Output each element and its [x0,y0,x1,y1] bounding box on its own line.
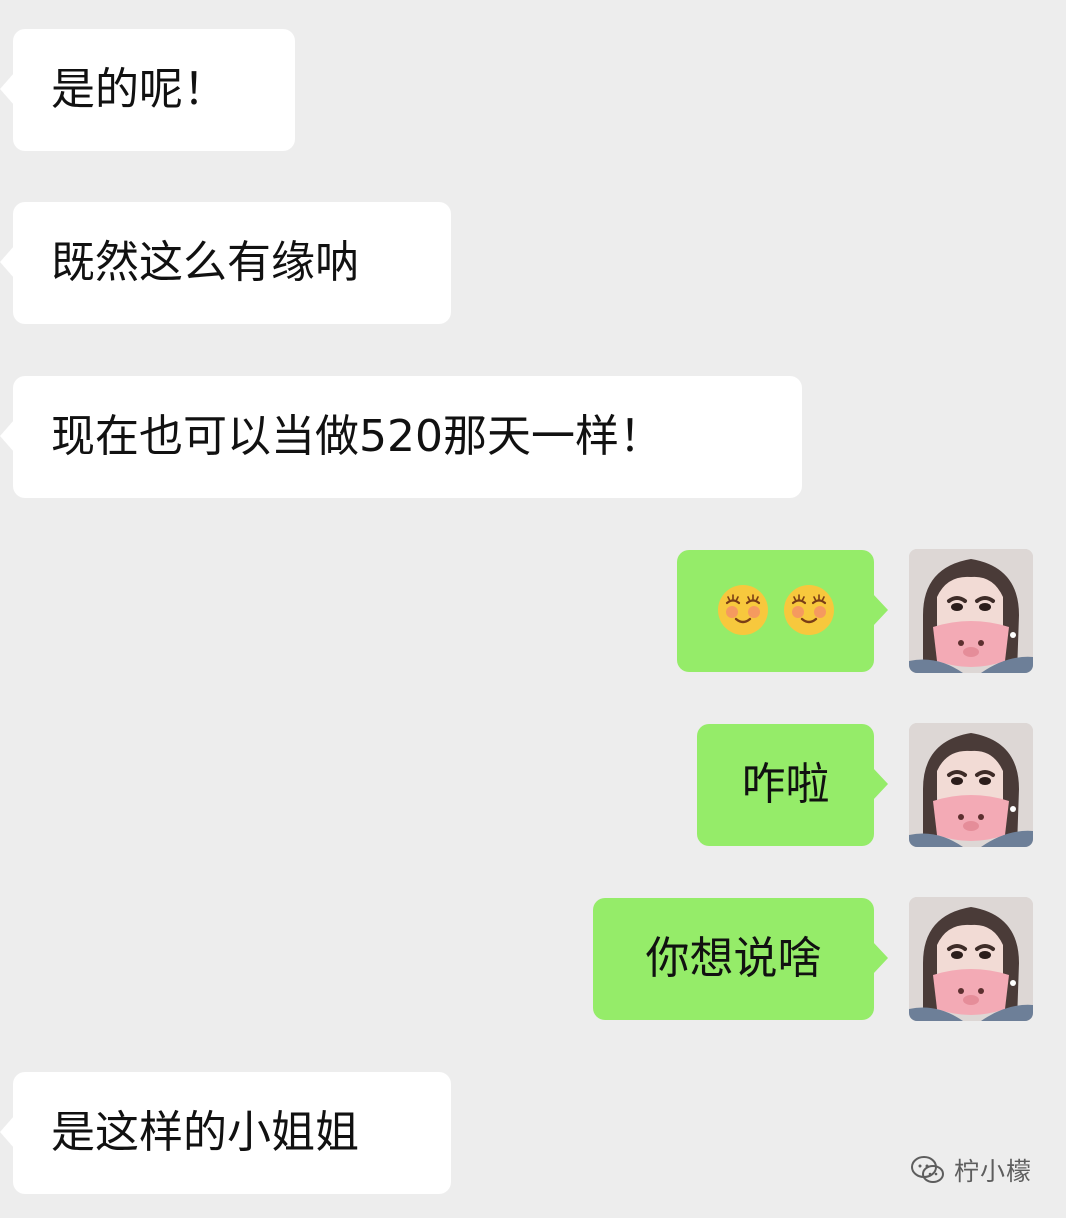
emoji-group [716,583,836,637]
blushing-face-icon [783,585,834,635]
user-avatar[interactable] [909,723,1033,847]
message-text: 现在也可以当做520那天一样！ [51,411,663,462]
message-bubble-incoming[interactable]: 是的呢！ [0,29,295,151]
message-bubble-outgoing[interactable]: 你想说啥 [593,898,888,1020]
message-text: 是这样的小姐姐 [51,1107,359,1158]
message-text: 你想说啥 [645,933,822,984]
message-text: 是的呢！ [51,64,227,115]
user-avatar[interactable] [909,897,1033,1021]
watermark: 柠小檬 [910,1152,1032,1188]
user-avatar[interactable] [909,549,1033,673]
message-bubble-incoming[interactable]: 既然这么有缘呐 [0,202,451,324]
message-text: 既然这么有缘呐 [51,237,359,288]
wechat-official-account-icon [910,1156,944,1183]
message-text: 咋啦 [741,759,830,810]
watermark-text: 柠小檬 [953,1157,1032,1186]
message-bubble-outgoing[interactable] [677,550,888,672]
blushing-face-icon [717,585,768,635]
message-bubble-incoming[interactable]: 是这样的小姐姐 [0,1072,451,1194]
message-bubble-incoming[interactable]: 现在也可以当做520那天一样！ [0,376,802,498]
message-bubble-outgoing[interactable]: 咋啦 [697,724,888,846]
